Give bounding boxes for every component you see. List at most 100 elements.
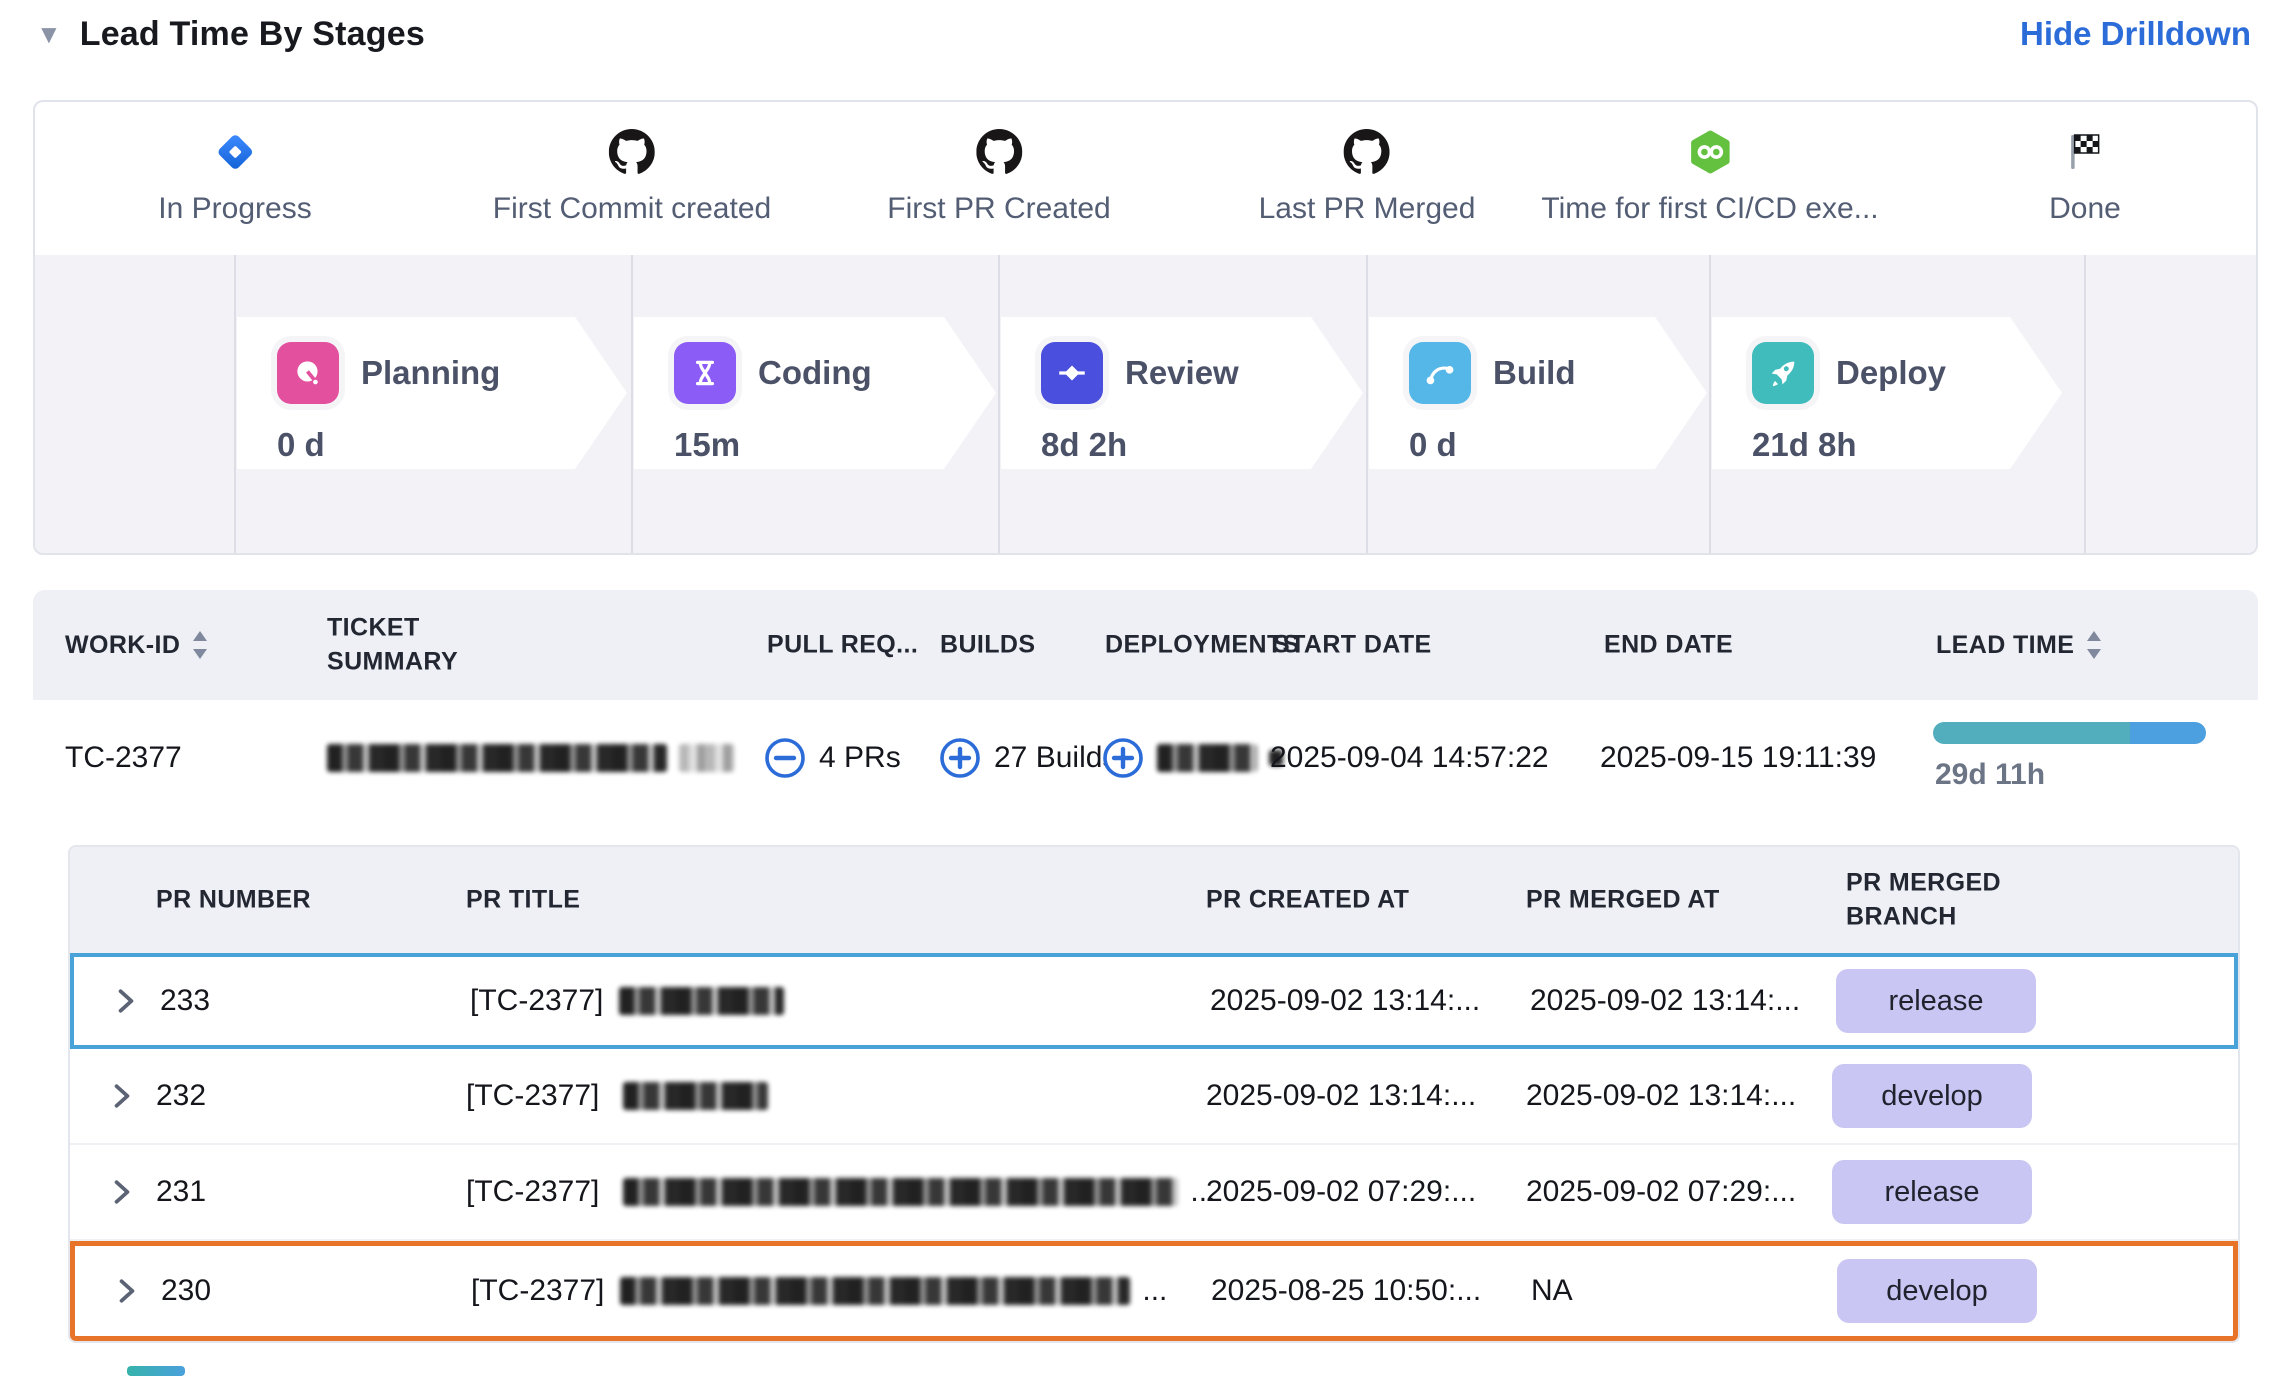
col-pr-merged-branch: PR MERGED BRANCH xyxy=(1846,866,2061,934)
pr-row-230[interactable]: 230 [TC-2377]... 2025-08-25 10:50:... NA… xyxy=(70,1241,2238,1341)
collapse-triangle-icon[interactable]: ▼ xyxy=(36,21,62,47)
pr-created-at: 2025-09-02 13:14:... xyxy=(1210,984,1480,1018)
milestone-label: Done xyxy=(2049,192,2121,226)
chevron-right-icon[interactable] xyxy=(112,1083,132,1109)
page-title: Lead Time By Stages xyxy=(80,15,425,54)
stage-name: Planning xyxy=(361,354,500,392)
milestone-in-progress: In Progress xyxy=(158,126,311,226)
clipped-chart-element xyxy=(127,1366,185,1376)
work-id-value: TC-2377 xyxy=(65,741,182,775)
milestone-first-commit: First Commit created xyxy=(493,126,771,226)
pr-merged-at: 2025-09-02 07:29:... xyxy=(1526,1175,1796,1209)
col-deployments: DEPLOYMENTS xyxy=(1105,631,1300,660)
stage-duration: 8d 2h xyxy=(1041,426,1363,464)
cicd-icon xyxy=(1688,126,1732,178)
pr-title: [TC-2377] xyxy=(466,1079,780,1113)
milestone-first-pr: First PR Created xyxy=(887,126,1110,226)
stage-card-planning: Planning 0 d xyxy=(237,317,627,469)
milestone-label: Last PR Merged xyxy=(1259,192,1476,226)
pr-title: [TC-2377] xyxy=(470,984,796,1018)
deployments-redacted xyxy=(1157,744,1257,772)
pr-merged-at: 2025-09-02 13:14:... xyxy=(1526,1079,1796,1113)
finish-flag-icon xyxy=(2063,126,2107,178)
col-pr-number: PR NUMBER xyxy=(156,886,311,915)
collapse-circle-icon xyxy=(763,736,807,780)
column-divider xyxy=(1709,255,1711,553)
stage-duration: 15m xyxy=(674,426,996,464)
planning-icon xyxy=(277,342,339,404)
pr-row-231[interactable]: 231 [TC-2377]... 2025-09-02 07:29:... 20… xyxy=(70,1145,2238,1241)
start-date-value: 2025-09-04 14:57:22 xyxy=(1270,741,1549,775)
chevron-right-icon[interactable] xyxy=(116,988,136,1014)
column-divider xyxy=(998,255,1000,553)
milestone-label: First Commit created xyxy=(493,192,771,226)
builds-toggle[interactable]: 27 Builds xyxy=(938,736,1117,780)
pr-number: 233 xyxy=(160,984,210,1018)
col-work-id[interactable]: WORK-ID xyxy=(65,629,210,661)
pr-table: PR NUMBER PR TITLE PR CREATED AT PR MERG… xyxy=(68,845,2240,1343)
lead-time-bar-segment-1 xyxy=(1933,722,2130,744)
col-builds: BUILDS xyxy=(940,631,1035,660)
end-date-value: 2025-09-15 19:11:39 xyxy=(1600,741,1876,775)
stage-duration: 21d 8h xyxy=(1752,426,2062,464)
section-header: ▼ Lead Time By Stages Hide Drilldown xyxy=(36,8,2251,60)
milestone-label: Time for first CI/CD exe... xyxy=(1541,192,1878,226)
github-icon xyxy=(976,126,1022,178)
stage-name: Review xyxy=(1125,354,1239,392)
jira-status-icon xyxy=(212,126,258,178)
pr-created-at: 2025-08-25 10:50:... xyxy=(1211,1274,1481,1308)
milestone-label: In Progress xyxy=(158,192,311,226)
stage-name: Deploy xyxy=(1836,354,1946,392)
stage-duration: 0 d xyxy=(1409,426,1707,464)
pr-row-232[interactable]: 232 [TC-2377] 2025-09-02 13:14:... 2025-… xyxy=(70,1049,2238,1145)
col-lead-time[interactable]: LEAD TIME xyxy=(1936,629,2104,661)
col-pr-merged: PR MERGED AT xyxy=(1526,886,1720,915)
pr-row-233[interactable]: 233 [TC-2377] 2025-09-02 13:14:... 2025-… xyxy=(70,953,2238,1049)
pr-created-at: 2025-09-02 07:29:... xyxy=(1206,1175,1476,1209)
github-icon xyxy=(1344,126,1390,178)
lead-time-bar-segment-2 xyxy=(2130,722,2206,744)
milestone-label: First PR Created xyxy=(887,192,1110,226)
build-icon xyxy=(1409,342,1471,404)
chevron-right-icon[interactable] xyxy=(117,1278,137,1304)
milestone-cicd: Time for first CI/CD exe... xyxy=(1541,126,1878,226)
pr-merged-at: NA xyxy=(1531,1274,1573,1308)
col-pull-requests: PULL REQ... xyxy=(767,631,918,660)
hide-drilldown-link[interactable]: Hide Drilldown xyxy=(2020,15,2251,53)
col-pr-title: PR TITLE xyxy=(466,886,580,915)
pr-number: 231 xyxy=(156,1175,206,1209)
column-divider xyxy=(631,255,633,553)
stages-pipeline-panel: In Progress First Commit created First P… xyxy=(33,100,2258,555)
stage-card-build: Build 0 d xyxy=(1369,317,1707,469)
stages-track: Planning 0 d Coding 15m xyxy=(35,255,2256,553)
milestone-done: Done xyxy=(2049,126,2121,226)
pr-merged-at: 2025-09-02 13:14:... xyxy=(1530,984,1800,1018)
work-table-header: WORK-ID TICKET SUMMARY PULL REQ... BUILD… xyxy=(33,590,2258,700)
branch-badge: develop xyxy=(1832,1064,2032,1128)
work-items-table: WORK-ID TICKET SUMMARY PULL REQ... BUILD… xyxy=(33,590,2258,815)
pr-title: [TC-2377]... xyxy=(471,1274,1167,1308)
work-item-row[interactable]: TC-2377 4 PRs 27 Builds xyxy=(33,700,2258,815)
stage-duration: 0 d xyxy=(277,426,627,464)
sort-icon xyxy=(2084,629,2104,661)
stage-card-coding: Coding 15m xyxy=(634,317,996,469)
lead-time-drilldown-screen: ▼ Lead Time By Stages Hide Drilldown In … xyxy=(0,0,2291,1376)
col-ticket-summary: TICKET SUMMARY xyxy=(327,611,542,679)
stage-card-deploy: Deploy 21d 8h xyxy=(1712,317,2062,469)
column-divider xyxy=(2084,255,2086,553)
coding-icon xyxy=(674,342,736,404)
col-start-date: START DATE xyxy=(1273,631,1432,660)
expand-circle-icon xyxy=(1101,736,1145,780)
deployments-toggle[interactable] xyxy=(1101,736,1283,780)
expand-circle-icon xyxy=(938,736,982,780)
github-icon xyxy=(609,126,655,178)
branch-badge: release xyxy=(1832,1160,2032,1224)
lead-time-bar xyxy=(1933,722,2206,744)
deploy-icon xyxy=(1752,342,1814,404)
pull-requests-toggle[interactable]: 4 PRs xyxy=(763,736,901,780)
chevron-right-icon[interactable] xyxy=(112,1179,132,1205)
stage-name: Build xyxy=(1493,354,1575,392)
pr-created-at: 2025-09-02 13:14:... xyxy=(1206,1079,1476,1113)
pr-title: [TC-2377]... xyxy=(466,1175,1215,1209)
col-pr-created: PR CREATED AT xyxy=(1206,886,1409,915)
